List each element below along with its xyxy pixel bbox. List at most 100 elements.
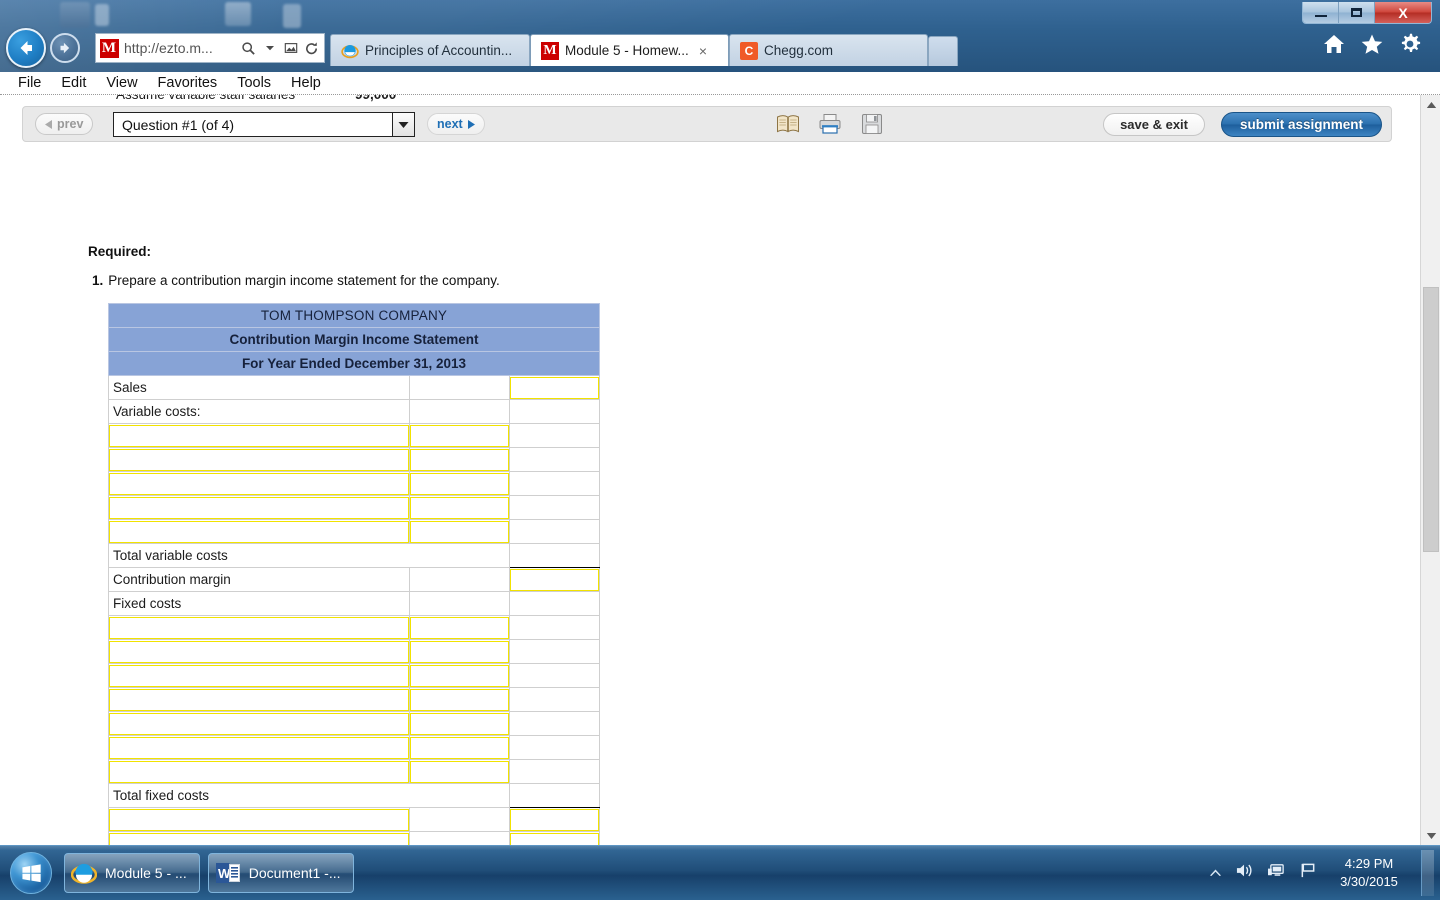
fixed-cost-amount-input[interactable] bbox=[409, 760, 509, 783]
fixed-cost-label-input[interactable] bbox=[109, 712, 409, 735]
close-button[interactable]: X bbox=[1375, 2, 1431, 23]
forward-button[interactable] bbox=[50, 33, 80, 63]
scrollbar-thumb[interactable] bbox=[1423, 287, 1439, 552]
menu-help[interactable]: Help bbox=[281, 75, 331, 91]
menu-tools[interactable]: Tools bbox=[227, 75, 281, 91]
variable-cost-amount-input[interactable] bbox=[409, 424, 509, 447]
cell-input bbox=[408, 615, 510, 640]
fixed-cost-label-input[interactable] bbox=[109, 616, 409, 639]
windows-taskbar: Module 5 - ... W Document1 -... 4:29 PM … bbox=[0, 845, 1440, 900]
tab-principles-of-accounting[interactable]: Principles of Accountin... bbox=[330, 34, 530, 66]
table-header-row: For Year Ended December 31, 2013 bbox=[108, 351, 600, 376]
fixed-cost-label-input[interactable] bbox=[109, 736, 409, 759]
contribution-margin-amount-input[interactable] bbox=[509, 568, 599, 591]
clock[interactable]: 4:29 PM 3/30/2015 bbox=[1330, 855, 1408, 890]
summary-label-input[interactable] bbox=[109, 808, 409, 831]
fixed-cost-amount-input[interactable] bbox=[409, 736, 509, 759]
search-icon[interactable] bbox=[240, 41, 257, 56]
refresh-icon[interactable] bbox=[303, 41, 320, 56]
cell-input bbox=[408, 471, 510, 496]
home-icon[interactable] bbox=[1322, 32, 1346, 56]
show-desktop-button[interactable] bbox=[1421, 850, 1434, 896]
action-center-flag-icon[interactable] bbox=[1299, 862, 1317, 884]
table-row: Fixed costs bbox=[108, 591, 601, 616]
minimize-button[interactable] bbox=[1303, 2, 1339, 23]
save-and-exit-button[interactable]: save & exit bbox=[1103, 113, 1205, 136]
cell-input bbox=[108, 495, 410, 520]
tools-gear-icon[interactable] bbox=[1398, 32, 1422, 56]
tab-chegg[interactable]: C Chegg.com bbox=[729, 34, 928, 66]
fixed-cost-amount-input[interactable] bbox=[409, 640, 509, 663]
chevron-down-icon[interactable] bbox=[392, 113, 414, 136]
cell-input bbox=[408, 735, 510, 760]
submit-assignment-button[interactable]: submit assignment bbox=[1220, 112, 1382, 137]
back-button[interactable] bbox=[6, 28, 46, 68]
fixed-cost-label-input[interactable] bbox=[109, 640, 409, 663]
variable-cost-label-input[interactable] bbox=[109, 472, 409, 495]
summary-label-input[interactable] bbox=[109, 832, 409, 846]
new-tab-button[interactable] bbox=[928, 36, 958, 66]
cell-input bbox=[108, 711, 410, 736]
close-icon[interactable]: × bbox=[699, 43, 707, 59]
next-question-button[interactable]: next bbox=[427, 113, 485, 135]
cell-input bbox=[508, 375, 601, 400]
fixed-cost-amount-input[interactable] bbox=[409, 616, 509, 639]
menu-view[interactable]: View bbox=[96, 75, 147, 91]
taskbar-item-label: Module 5 - ... bbox=[105, 865, 187, 881]
variable-cost-label-input[interactable] bbox=[109, 520, 409, 543]
table-row bbox=[108, 759, 601, 784]
vertical-scrollbar[interactable] bbox=[1420, 95, 1440, 846]
variable-cost-amount-input[interactable] bbox=[409, 472, 509, 495]
fixed-cost-label-input[interactable] bbox=[109, 760, 409, 783]
variable-cost-amount-input[interactable] bbox=[409, 520, 509, 543]
scroll-up-icon[interactable] bbox=[1421, 95, 1440, 115]
prev-question-button[interactable]: prev bbox=[35, 113, 94, 135]
sales-amount-input[interactable] bbox=[509, 376, 599, 399]
tab-module-5-homework[interactable]: M Module 5 - Homew... × bbox=[530, 34, 729, 66]
variable-cost-label-input[interactable] bbox=[109, 496, 409, 519]
cell-input bbox=[408, 447, 510, 472]
taskbar-item-document1[interactable]: W Document1 -... bbox=[207, 853, 354, 893]
print-icon[interactable] bbox=[817, 111, 843, 137]
internet-explorer-icon bbox=[71, 863, 97, 884]
summary-amount-input[interactable] bbox=[509, 832, 599, 846]
menu-file[interactable]: File bbox=[8, 75, 51, 91]
cell-empty bbox=[508, 519, 601, 544]
chegg-icon: C bbox=[740, 41, 758, 60]
cell-input bbox=[408, 519, 510, 544]
triangle-right-icon bbox=[467, 119, 475, 129]
summary-amount-input[interactable] bbox=[509, 808, 599, 831]
variable-cost-label-input[interactable] bbox=[109, 448, 409, 471]
address-bar[interactable]: M http://ezto.m... bbox=[95, 33, 325, 63]
variable-cost-amount-input[interactable] bbox=[409, 448, 509, 471]
favorites-star-icon[interactable] bbox=[1360, 32, 1384, 56]
fixed-cost-amount-input[interactable] bbox=[409, 664, 509, 687]
cell-input bbox=[108, 687, 410, 712]
desktop-icon-ghost bbox=[225, 2, 251, 26]
variable-cost-amount-input[interactable] bbox=[409, 496, 509, 519]
cell-input bbox=[508, 807, 601, 832]
show-hidden-icons-chevron-up-icon[interactable] bbox=[1209, 864, 1222, 882]
taskbar-item-module-5[interactable]: Module 5 - ... bbox=[64, 853, 200, 893]
fixed-cost-amount-input[interactable] bbox=[409, 712, 509, 735]
clock-date: 3/30/2015 bbox=[1340, 874, 1398, 889]
fixed-cost-amount-input[interactable] bbox=[409, 688, 509, 711]
chevron-down-icon[interactable] bbox=[261, 43, 278, 53]
scroll-down-icon[interactable] bbox=[1421, 826, 1440, 846]
network-icon[interactable] bbox=[1267, 862, 1286, 884]
compatibility-view-icon[interactable] bbox=[282, 41, 299, 55]
volume-speaker-icon[interactable] bbox=[1235, 862, 1254, 884]
variable-cost-label-input[interactable] bbox=[109, 424, 409, 447]
row-label-total-variable-costs: Total variable costs bbox=[108, 543, 510, 568]
save-floppy-icon[interactable] bbox=[859, 111, 885, 137]
cell-empty bbox=[508, 399, 601, 424]
fixed-cost-label-input[interactable] bbox=[109, 688, 409, 711]
fixed-cost-label-input[interactable] bbox=[109, 664, 409, 687]
ebook-icon[interactable] bbox=[775, 111, 801, 137]
menu-edit[interactable]: Edit bbox=[51, 75, 96, 91]
menu-favorites[interactable]: Favorites bbox=[148, 75, 228, 91]
maximize-button[interactable] bbox=[1339, 2, 1375, 23]
question-select[interactable]: Question #1 (of 4) bbox=[113, 112, 415, 137]
table-row bbox=[108, 735, 601, 760]
start-button[interactable] bbox=[6, 851, 56, 895]
